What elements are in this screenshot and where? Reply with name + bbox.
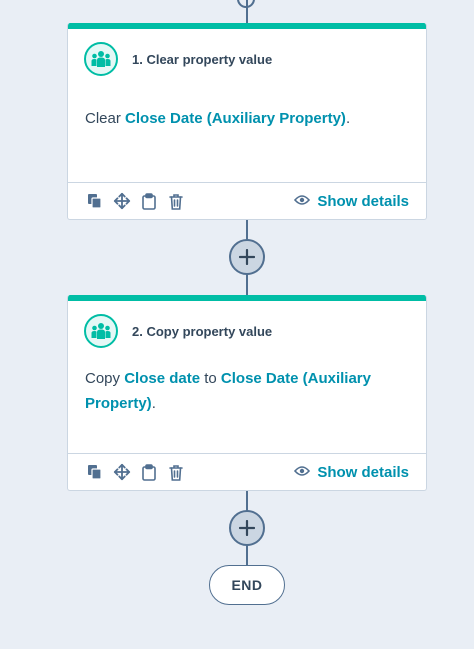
action-verb: Copy — [85, 370, 121, 387]
add-action-button[interactable] — [229, 239, 265, 275]
card-footer: Show details — [68, 182, 426, 219]
clipboard-icon[interactable] — [140, 192, 158, 210]
people-group-icon — [84, 314, 118, 348]
connector-word: to — [204, 370, 217, 387]
card-header: 1. Clear property value — [68, 29, 426, 77]
end-label: END — [231, 577, 263, 593]
eye-icon — [294, 193, 311, 210]
trash-icon[interactable] — [167, 192, 185, 210]
action-title: 2. Copy property value — [132, 323, 273, 339]
add-action-button[interactable] — [229, 510, 265, 546]
show-details-button[interactable]: Show details — [294, 193, 409, 210]
target-property-link-cont[interactable]: Property) — [85, 395, 152, 412]
action-card-1[interactable]: 1. Clear property value Clear Close Date… — [67, 23, 427, 220]
end-punct: . — [151, 395, 156, 412]
target-property-link[interactable]: Close Date (Auxiliary — [221, 370, 371, 387]
end-node: END — [209, 565, 285, 605]
show-details-label: Show details — [317, 192, 409, 210]
show-details-label: Show details — [317, 463, 409, 481]
show-details-button[interactable]: Show details — [294, 464, 409, 481]
end-punct: . — [345, 110, 351, 127]
card-footer: Show details — [68, 453, 426, 490]
action-verb: Clear — [85, 110, 121, 127]
plus-icon — [239, 520, 255, 536]
connector-line-top — [246, 0, 248, 23]
card-tools — [86, 463, 185, 481]
clone-icon[interactable] — [86, 192, 104, 210]
card-tools — [86, 192, 185, 210]
action-description: Copy Close date to Close Date (Auxiliary… — [68, 366, 426, 416]
clone-icon[interactable] — [86, 463, 104, 481]
trash-icon[interactable] — [167, 463, 185, 481]
plus-icon — [239, 249, 255, 265]
people-group-icon — [84, 42, 118, 76]
action-description: Clear Close Date (Auxiliary Property). — [68, 106, 426, 131]
eye-icon — [294, 464, 311, 481]
action-title: 1. Clear property value — [132, 51, 273, 67]
source-property-link[interactable]: Close date — [124, 370, 200, 387]
action-card-2[interactable]: 2. Copy property value Copy Close date t… — [67, 295, 427, 491]
card-header: 2. Copy property value — [68, 301, 426, 349]
clipboard-icon[interactable] — [140, 463, 158, 481]
property-link[interactable]: Close Date (Auxiliary Property) — [125, 110, 346, 127]
move-arrows-icon[interactable] — [113, 192, 131, 210]
move-arrows-icon[interactable] — [113, 463, 131, 481]
